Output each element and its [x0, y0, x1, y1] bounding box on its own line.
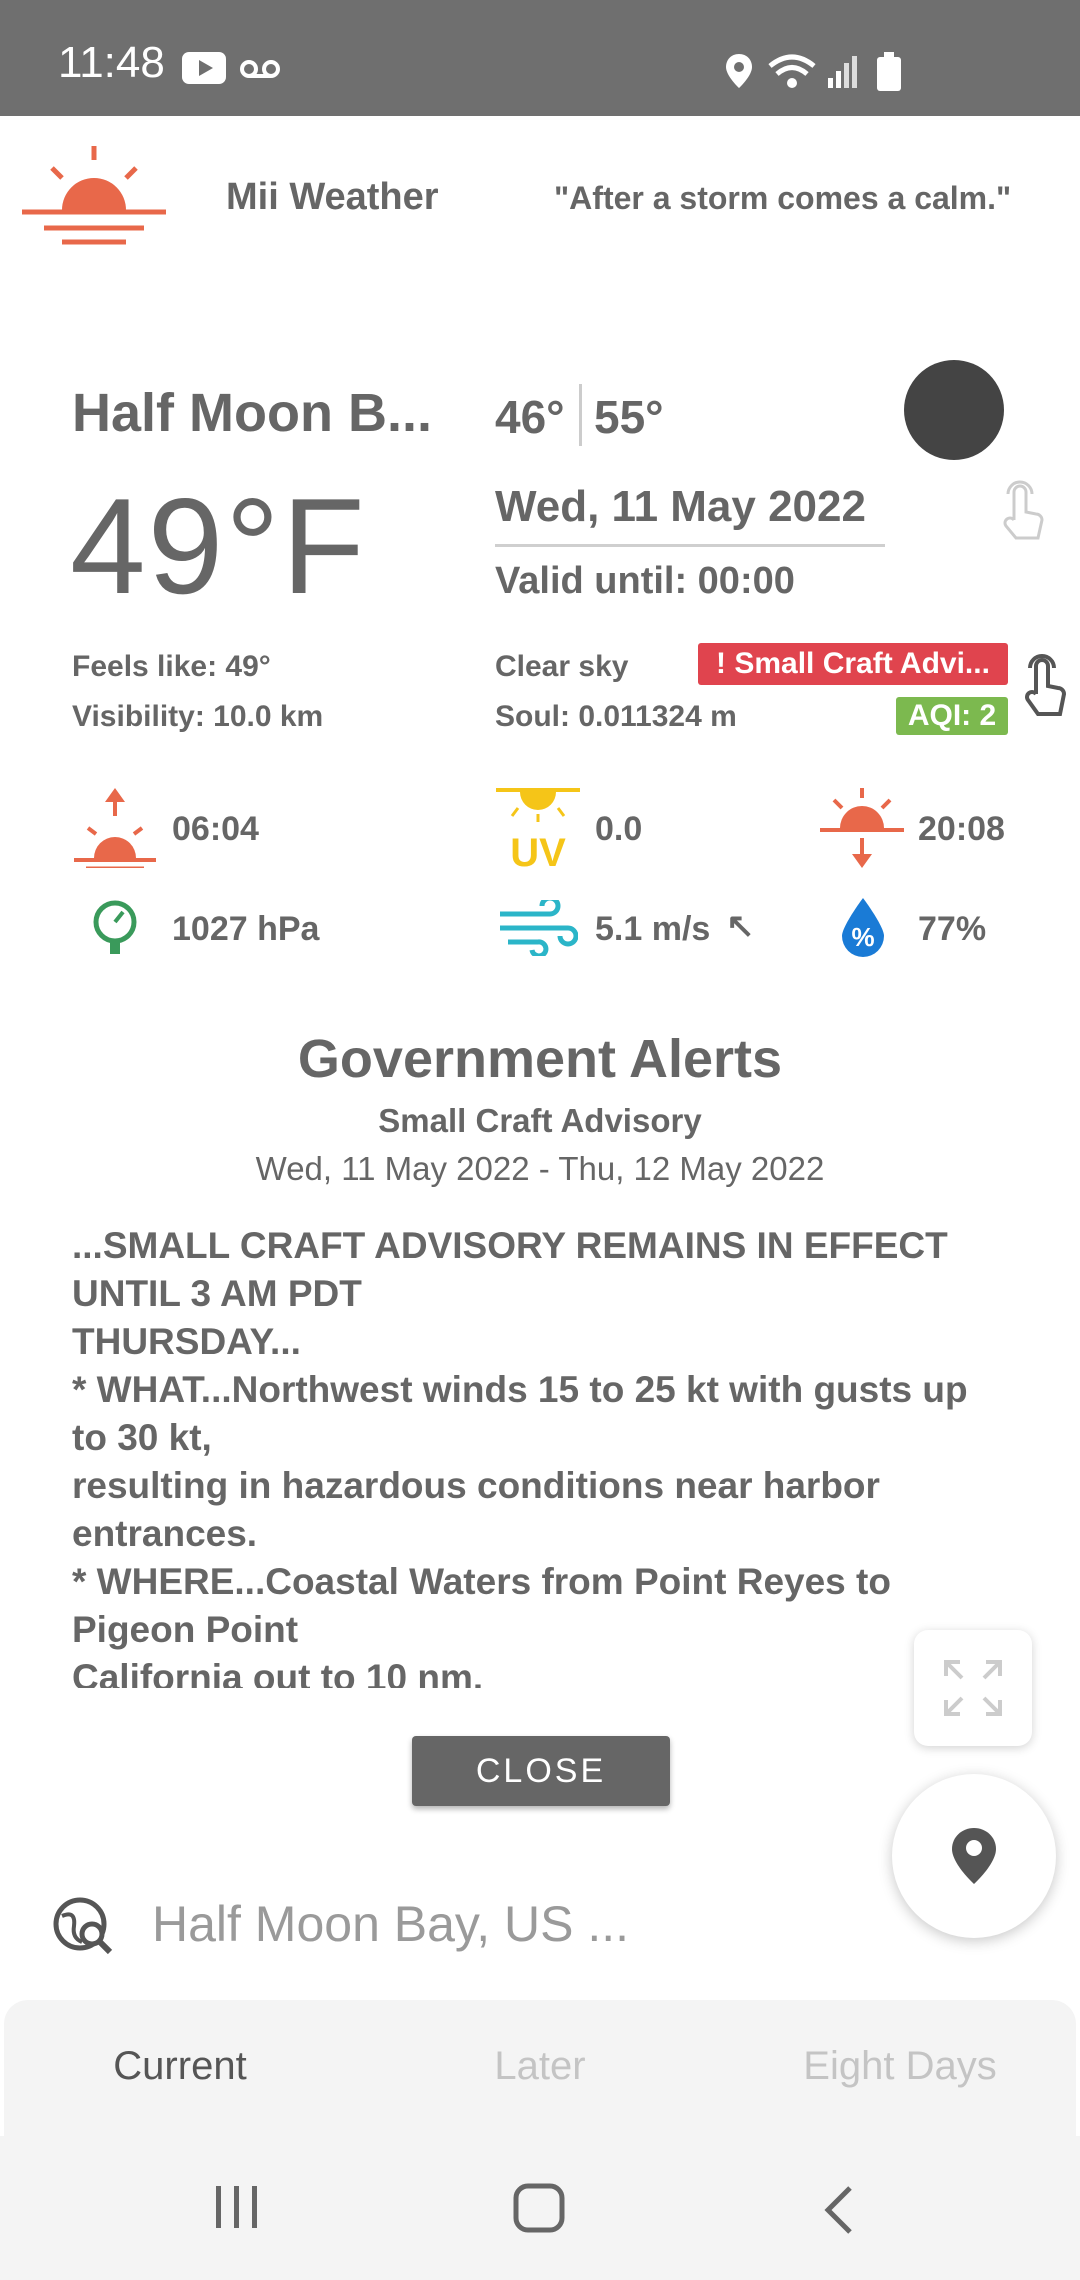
back-icon[interactable] — [820, 2184, 860, 2236]
sunset-icon — [820, 788, 904, 868]
wind-speed: 5.1 m/s — [595, 910, 711, 948]
temp-divider — [579, 384, 582, 446]
svg-text:%: % — [851, 922, 874, 952]
alert-event: Small Craft Advisory — [378, 1102, 702, 1139]
current-temperature: 49°F — [70, 470, 367, 622]
globe-search-icon[interactable] — [52, 1896, 116, 1956]
soul-value: Soul: 0.011324 m — [495, 700, 737, 733]
status-bar: 11:48 — [0, 0, 1080, 116]
pressure-value: 1027 hPa — [172, 910, 320, 948]
alerts-title: Government Alerts — [297, 1029, 783, 1089]
valid-until: Valid until: 00:00 — [495, 560, 795, 602]
tab-later[interactable]: Later — [390, 2044, 690, 2089]
app-title: Mii Weather — [226, 176, 439, 218]
uv-label: UV — [510, 831, 566, 870]
alert-description[interactable]: ...SMALL CRAFT ADVISORY REMAINS IN EFFEC… — [72, 1222, 1012, 1688]
wind-icon — [500, 900, 578, 956]
expand-button[interactable] — [914, 1630, 1032, 1746]
aqi-badge[interactable]: AQI: 2 — [896, 697, 1008, 735]
feels-like: Feels like: 49° — [72, 650, 271, 683]
weather-condition-icon — [904, 360, 1004, 460]
tab-current[interactable]: Current — [30, 2044, 330, 2089]
search-input[interactable]: Half Moon Bay, US ... — [152, 1895, 629, 1953]
forecast-date[interactable]: Wed, 11 May 2022 — [495, 482, 866, 532]
location-button[interactable] — [892, 1774, 1056, 1938]
sunset-logo-icon — [22, 146, 166, 245]
temp-min: 46° — [495, 391, 565, 443]
visibility: Visibility: 10.0 km — [72, 700, 324, 733]
location-pin-icon — [952, 1828, 996, 1884]
touch-hint-icon-2[interactable] — [1018, 652, 1072, 718]
humidity-icon: % — [842, 898, 884, 957]
alert-date-range: Wed, 11 May 2022 - Thu, 12 May 2022 — [255, 1150, 825, 1187]
sunrise-time: 06:04 — [172, 810, 259, 848]
expand-icon — [944, 1660, 1002, 1716]
date-underline — [495, 544, 885, 547]
uv-icon: UV — [496, 788, 580, 870]
uv-value: 0.0 — [595, 810, 643, 848]
close-button[interactable]: CLOSE — [412, 1736, 670, 1806]
humidity-value: 77% — [918, 910, 987, 948]
temp-max: 55° — [594, 391, 664, 443]
quote-text: "After a storm comes a calm." — [554, 180, 1012, 216]
sunset-time: 20:08 — [918, 810, 1005, 848]
home-icon[interactable] — [512, 2182, 568, 2234]
battery-icon — [877, 52, 901, 91]
wifi-icon — [768, 54, 816, 88]
recent-apps-icon[interactable] — [212, 2182, 262, 2232]
signal-icon — [828, 56, 857, 88]
status-time: 11:48 — [58, 38, 165, 87]
youtube-icon — [182, 52, 226, 84]
system-nav-bar — [0, 2136, 1080, 2280]
alert-badge[interactable]: ! Small Craft Advi... — [698, 643, 1008, 685]
voicemail-icon — [240, 60, 280, 78]
touch-hint-icon[interactable] — [996, 480, 1046, 544]
location-name[interactable]: Half Moon B... — [72, 382, 432, 444]
condition-text: Clear sky — [495, 650, 629, 683]
location-icon — [726, 54, 752, 88]
pressure-gauge-icon — [93, 900, 137, 954]
wind-direction-icon: ↖ — [726, 907, 755, 945]
sunrise-icon — [74, 788, 156, 868]
tab-eight-days[interactable]: Eight Days — [750, 2044, 1050, 2089]
